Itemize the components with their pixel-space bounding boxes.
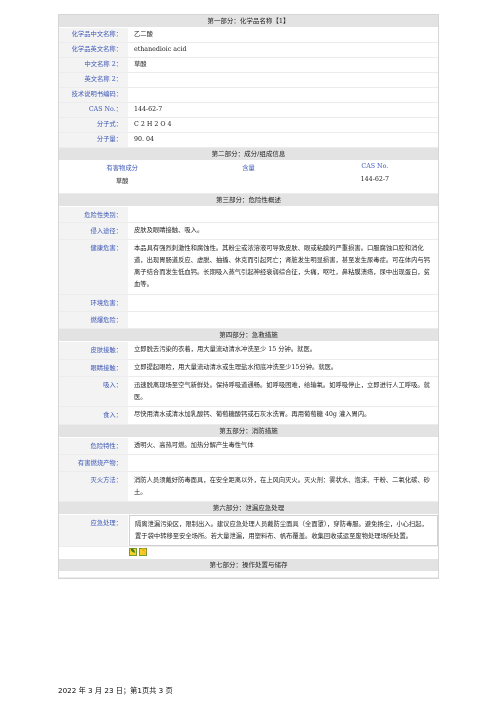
field-value: 90. 04: [134, 136, 155, 143]
part5-header: 第五部分：消防措施: [59, 424, 438, 438]
field-value: 隔离泄漏污染区，限制出入。建议应急处理人员戴防尘面具（全面罩），穿防毒服。避免扬…: [129, 515, 438, 546]
field-value: 皮肤及眼睛接触、吸入。: [134, 227, 204, 234]
row-tech-code: 技术说明书编码：: [59, 88, 438, 103]
field-value: 乙二酸: [134, 31, 153, 38]
field-value: 迅速脱离现场至空气新鲜处。保持呼吸道通畅。如呼吸困难，给输氧。如呼吸停止，立即进…: [134, 382, 430, 401]
field-label: 灭火方法：: [59, 472, 129, 501]
field-label: 眼睛接触：: [59, 359, 129, 376]
cell-content: [185, 174, 311, 187]
field-label: 侵入途径：: [59, 223, 129, 239]
row-skin-contact: 皮肤接触： 立即脱去污染的衣着，用大量流动清水冲洗至少 15 分钟。就医。: [59, 342, 438, 360]
part1-header: 第一部分：化学品名称【1】: [59, 15, 438, 28]
part2-header: 第二部分：成分/组成信息: [59, 148, 438, 161]
field-label: 吸入：: [59, 377, 129, 406]
composition-row: 草酸 144-62-7: [59, 174, 438, 194]
field-label: 皮肤接触：: [59, 342, 129, 359]
cell-component: 草酸: [115, 178, 129, 185]
composition-header-row: 有害物成分 含量 CAS No.: [59, 161, 438, 174]
pencil-icon[interactable]: ✎: [129, 548, 137, 556]
row-formula: 分子式： C 2 H 2 O 4: [59, 118, 438, 133]
field-label: 有害燃烧产物：: [59, 455, 129, 471]
part3-header: 第三部分：危险性概述: [59, 194, 438, 207]
field-value: [129, 88, 438, 102]
field-label: 分子式：: [59, 118, 129, 132]
page-footer: 2022 年 3 月 23 日；第1页共 3 页: [58, 686, 173, 695]
field-value: C 2 H 2 O 4: [134, 121, 172, 128]
field-label: 危险特性：: [59, 437, 129, 454]
field-label: 分子量：: [59, 133, 129, 147]
row-hazard-class: 危险性类别：: [59, 207, 438, 223]
field-value: [129, 73, 438, 87]
cell-cas: 144-62-7: [360, 176, 389, 183]
icon-strip: ✎ ✋: [59, 547, 438, 559]
field-label: 环境危害：: [59, 295, 129, 311]
col-component: 有害物成分: [106, 165, 138, 172]
row-english-name: 化学品英文名称： ethanedioic acid: [59, 43, 438, 58]
field-label: 危险性类别：: [59, 207, 129, 222]
field-label: 英文名称 2：: [59, 73, 129, 87]
field-label: 食入：: [59, 407, 129, 424]
field-value: 立即脱去污染的衣着，用大量流动清水冲洗至少 15 分钟。就医。: [134, 346, 317, 353]
field-value: [129, 295, 438, 311]
field-value: [129, 207, 438, 222]
col-cas: CAS No.: [361, 163, 389, 170]
row-env-hazard: 环境危害：: [59, 295, 438, 312]
blank-row: [59, 572, 438, 578]
row-extinguishing: 灭火方法： 消防人员须戴好防毒面具，在安全距离以外，在上风向灭火。灭火剂：雾状水…: [59, 472, 438, 502]
field-label: CAS No.：: [59, 103, 129, 117]
msds-sheet: 第一部分：化学品名称【1】 化学品中文名称： 乙二酸 化学品英文名称： etha…: [58, 14, 439, 579]
field-label: 燃爆危险：: [59, 312, 129, 328]
field-value: [129, 455, 438, 471]
row-cas: CAS No.： 144-62-7: [59, 103, 438, 118]
field-value: 144-62-7: [134, 106, 163, 113]
field-value: 尽快用清水或清水加乳酸钙、葡萄糖酸钙或石灰水洗胃。再用葡萄糖 40g 灌入胃内。: [134, 411, 371, 418]
field-label: 化学品中文名称：: [59, 28, 129, 42]
field-value: 草酸: [134, 61, 147, 68]
part7-header: 第七部分：操作处置与储存: [59, 559, 438, 572]
row-hazard-properties: 危险特性： 透明火、高热可燃。加热分解产生毒性气体: [59, 437, 438, 455]
field-label: 技术说明书编码：: [59, 88, 129, 102]
row-emergency: 应急处理： 隔离泄漏污染区，限制出入。建议应急处理人员戴防尘面具（全面罩），穿防…: [59, 515, 438, 547]
row-eye-contact: 眼睛接触： 立即提起眼睑，用大量流动清水或生理盐水彻底冲洗至少15分钟。就医。: [59, 359, 438, 377]
part6-header: 第六部分：泄漏应急处理: [59, 502, 438, 515]
row-inhalation: 吸入： 迅速脱离现场至空气新鲜处。保持呼吸道通畅。如呼吸困难，给输氧。如呼吸停止…: [59, 377, 438, 407]
row-chinese-name-2: 中文名称 2： 草酸: [59, 58, 438, 73]
field-label: 中文名称 2：: [59, 58, 129, 72]
row-ingestion: 食入： 尽快用清水或清水加乳酸钙、葡萄糖酸钙或石灰水洗胃。再用葡萄糖 40g 灌…: [59, 407, 438, 425]
field-value: [129, 312, 438, 328]
row-health-hazard: 健康危害： 本品具有强烈刺激性和腐蚀性。其粉尘或浓溶液可导致皮肤、眼或粘膜的严重…: [59, 240, 438, 295]
row-mol-weight: 分子量： 90. 04: [59, 133, 438, 148]
field-value: 立即提起眼睑，用大量流动清水或生理盐水彻底冲洗至少15分钟。就医。: [134, 363, 338, 371]
row-combustion-products: 有害燃烧产物：: [59, 455, 438, 472]
part4-header: 第四部分：急救措施: [59, 329, 438, 342]
field-label: 健康危害：: [59, 240, 129, 294]
col-content: 含量: [242, 165, 255, 172]
row-chinese-name: 化学品中文名称： 乙二酸: [59, 28, 438, 43]
field-value: 透明火、高热可燃。加热分解产生毒性气体: [134, 441, 254, 449]
hand-icon[interactable]: ✋: [139, 548, 147, 556]
row-route: 侵入途径： 皮肤及眼睛接触、吸入。: [59, 223, 438, 240]
row-fire-hazard: 燃爆危险：: [59, 312, 438, 329]
field-label: 应急处理：: [59, 515, 129, 546]
field-value: 本品具有强烈刺激性和腐蚀性。其粉尘或浓溶液可导致皮肤、眼或粘膜的严重损害。口服腐…: [134, 245, 430, 288]
field-value: ethanedioic acid: [134, 46, 187, 53]
field-label: 化学品英文名称：: [59, 43, 129, 57]
row-english-name-2: 英文名称 2：: [59, 73, 438, 88]
field-value: 消防人员须戴好防毒面具，在安全距离以外，在上风向灭火。灭火剂：雾状水、泡沫、干粉…: [134, 477, 430, 496]
